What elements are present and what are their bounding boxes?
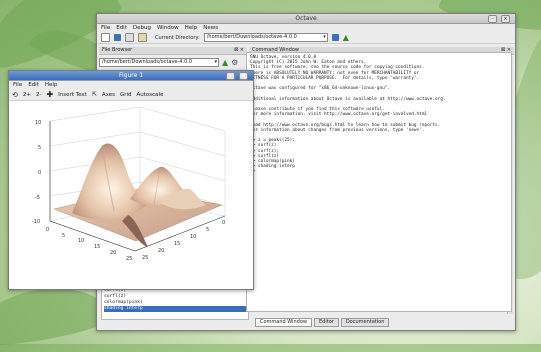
z-tick-label: -5 [35, 195, 40, 201]
x-tick-label: 20 [110, 250, 116, 256]
bottom-tabs: Command Window Editor Documentation [255, 318, 390, 327]
menu-edit[interactable]: Edit [116, 24, 127, 32]
zoom-in-button[interactable]: 2+ [23, 92, 31, 98]
z-tick-label: 0 [38, 170, 41, 176]
figure-menubar: File Edit Help [9, 81, 253, 89]
file-browser-path-input[interactable]: /home/bert/Downloads/octave-4.0.0 ▾ [99, 58, 219, 67]
y-tick-label: 10 [190, 234, 196, 240]
y-tick-label: 5 [206, 227, 209, 233]
console-line: >> [250, 169, 508, 174]
menu-window[interactable]: Window [157, 24, 179, 32]
tab-editor[interactable]: Editor [314, 318, 339, 327]
close-button[interactable]: × [501, 15, 510, 23]
current-dir-input[interactable]: /home/bert/Downloads/octave-4.0.0 ▾ [203, 33, 328, 42]
minimize-button[interactable]: – [226, 72, 235, 80]
x-tick-label: 15 [94, 244, 100, 250]
copy-icon[interactable] [125, 33, 134, 42]
menu-help[interactable]: Help [45, 81, 58, 89]
x-tick-label: 0 [46, 227, 49, 233]
grid-button[interactable]: Grid [120, 92, 132, 98]
axes-button[interactable]: Axes [102, 92, 115, 98]
command-history-list[interactable]: surfl(z) surfl(z) colormap(pink) shading… [101, 287, 249, 320]
menu-file[interactable]: File [101, 24, 110, 32]
close-button[interactable]: × [239, 72, 248, 80]
autoscale-button[interactable]: Autoscale [137, 92, 164, 98]
menu-debug[interactable]: Debug [133, 24, 151, 32]
y-tick-label: 0 [222, 220, 225, 226]
list-item[interactable]: shading interp [104, 306, 248, 312]
menu-news[interactable]: News [203, 24, 218, 32]
tab-documentation[interactable]: Documentation [340, 318, 390, 327]
figure-toolbar: ⟲ 2+ 2- ✚ Insert Text ⇱ Axes Grid Autosc… [9, 89, 253, 101]
menu-file[interactable]: File [13, 81, 22, 89]
zoom-out-button[interactable]: 2- [36, 92, 41, 98]
command-window-console[interactable]: GNU Octave, version 4.0.0 Copyright (C) 2… [246, 52, 512, 312]
y-tick-label: 15 [174, 241, 180, 247]
figure-title: Figure 1 [118, 72, 144, 79]
folder-browse-icon[interactable] [331, 34, 339, 41]
surface-peak-main [72, 143, 150, 220]
minimize-button[interactable]: – [488, 15, 497, 23]
file-browser-pane: File Browser ⊠ × /home/bert/Downloads/oc… [99, 47, 247, 67]
go-up-icon[interactable]: ▲ [343, 33, 349, 42]
new-file-icon[interactable] [101, 33, 110, 42]
z-tick-label: 10 [35, 120, 41, 126]
octave-menubar: File Edit Debug Window Help News [97, 24, 515, 32]
chevron-down-icon[interactable]: ▾ [214, 59, 217, 66]
close-icon[interactable]: ⊠ × [234, 47, 244, 54]
surface-plot[interactable]: 10 5 0 -5 -10 0 5 10 15 20 25 25 20 15 1… [10, 101, 250, 285]
go-up-icon[interactable]: ▲ [222, 58, 228, 67]
figure-titlebar[interactable]: Figure 1 – × [9, 71, 253, 81]
pointer-icon[interactable]: ⇱ [92, 91, 97, 98]
menu-help[interactable]: Help [185, 24, 198, 32]
tab-command-window[interactable]: Command Window [255, 318, 313, 327]
menu-edit[interactable]: Edit [28, 81, 39, 89]
octave-toolbar: Current Directory: /home/bert/Downloads/… [97, 32, 515, 44]
figure-window: Figure 1 – × File Edit Help ⟲ 2+ 2- ✚ In… [8, 70, 254, 290]
pan-icon[interactable]: ✚ [46, 90, 53, 99]
paste-icon[interactable] [138, 33, 147, 42]
rotate-icon[interactable]: ⟲ [12, 91, 18, 99]
y-tick-label: 20 [158, 248, 164, 254]
x-tick-label: 10 [78, 238, 84, 244]
file-browser-title-bar: File Browser ⊠ × [99, 47, 247, 55]
gear-icon[interactable]: ⚙ [231, 58, 238, 67]
x-tick-label: 5 [62, 233, 65, 239]
z-tick-label: -10 [32, 219, 40, 225]
octave-titlebar[interactable]: Octave – × [97, 14, 515, 24]
x-tick-label: 25 [126, 256, 132, 262]
insert-text-button[interactable]: Insert Text [58, 92, 87, 98]
chevron-down-icon[interactable]: ▾ [323, 34, 326, 41]
open-folder-icon[interactable] [114, 34, 121, 41]
z-tick-label: 5 [38, 145, 41, 151]
octave-title: Octave [295, 15, 317, 22]
y-tick-label: 25 [142, 255, 148, 261]
current-dir-label: Current Directory: [155, 34, 200, 41]
